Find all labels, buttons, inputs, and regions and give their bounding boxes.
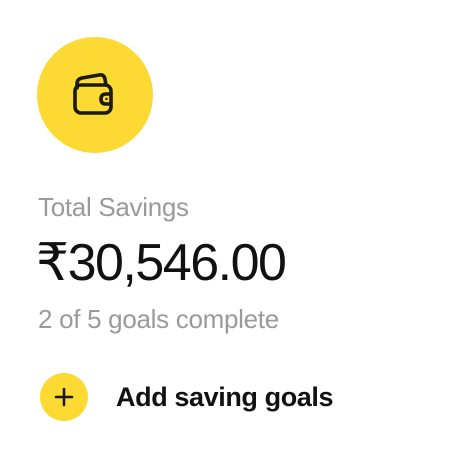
add-saving-goals-button[interactable]: Add saving goals (40, 373, 334, 421)
goals-progress-text: 2 of 5 goals complete (38, 304, 279, 334)
plus-icon (54, 387, 74, 407)
total-savings-label: Total Savings (38, 192, 189, 222)
wallet-badge (37, 37, 153, 153)
wallet-icon (73, 73, 113, 115)
add-icon-circle[interactable] (40, 373, 88, 421)
total-savings-amount: ₹30,546.00 (36, 234, 287, 292)
add-saving-goals-label[interactable]: Add saving goals (116, 382, 334, 413)
